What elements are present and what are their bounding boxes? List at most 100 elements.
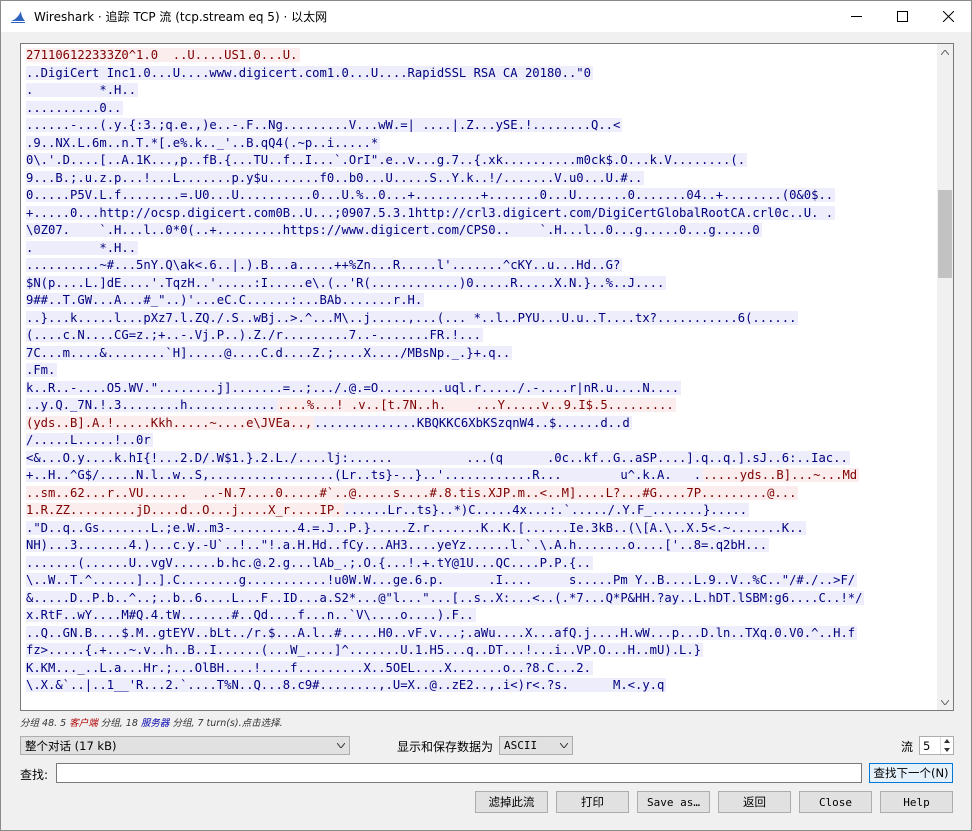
- stream-line[interactable]: ......-...(.y.{:3.;q.e.,)e..-.F..Ng.....…: [26, 117, 938, 135]
- server-segment: 0\.'.D....[..A.1K...,p..fB.{...TU..f..I.…: [26, 153, 748, 167]
- stream-line[interactable]: <&...O.y....k.hI{!...2.D/.W$1.}.2.L./...…: [26, 450, 938, 468]
- help-button[interactable]: Help: [880, 791, 953, 813]
- find-next-button[interactable]: 查找下一个(N): [869, 763, 953, 783]
- stream-text[interactable]: 271106122333Z0^1.0 ..U....US1.0...U. ..Di…: [21, 44, 938, 710]
- stream-number-value: 5: [923, 738, 931, 753]
- stream-line[interactable]: .......(......U..vgV......b.hc.@.2.g...l…: [26, 555, 938, 573]
- format-select[interactable]: ASCII: [499, 736, 573, 755]
- server-segment: fz>.....{.+...~.v..h..B..I......(...W_..…: [26, 643, 704, 657]
- stream-line[interactable]: ..Q..GN.B....$.M..gtEYV..bLt../r.$...A.l…: [26, 625, 938, 643]
- stream-line[interactable]: .9..NX.L.6m..n.T.*[.e%.k.._'..B.qQ4(.~p.…: [26, 135, 938, 153]
- stream-line[interactable]: 271106122333Z0^1.0 ..U....US1.0...U.: [26, 47, 938, 65]
- vertical-scrollbar[interactable]: [937, 44, 953, 710]
- stream-line[interactable]: k..R..-....O5.WV."........j].......=..;.…: [26, 380, 938, 398]
- client-segment: (yds..B].A.!.....Kkh.....~....e\JVEa..,: [26, 415, 315, 430]
- stream-line[interactable]: ..sm..62...r..VU...... ..-N.7....0.....#…: [26, 485, 938, 503]
- back-button[interactable]: 返回: [718, 791, 791, 813]
- server-segment: . *.H..: [26, 240, 139, 255]
- chevron-down-icon: [941, 699, 949, 705]
- stream-line[interactable]: \0Z07. `.H...l..0*0(..+.........https://…: [26, 222, 938, 240]
- stream-line[interactable]: 9...B.;.u.z.p...!...L.......p.y$u.......…: [26, 170, 938, 188]
- stream-line[interactable]: 9##..T.GW...A...#_"..)'...eC.C......:...…: [26, 292, 938, 310]
- stream-line[interactable]: 0.....P5V.L.f........=.U0...U..........0…: [26, 187, 938, 205]
- minimize-icon: [850, 16, 862, 17]
- maximize-button[interactable]: [879, 1, 925, 32]
- server-segment: k..R..-....O5.WV."........j].......=..;.…: [26, 380, 682, 395]
- stream-line[interactable]: ..........0..: [26, 100, 938, 118]
- stream-line[interactable]: &.....D..P.b..^..;..b..6....L...F..ID...…: [26, 590, 938, 608]
- spinner-up-arrow[interactable]: [941, 737, 953, 746]
- server-segment: /.....L.....!..0r: [26, 433, 153, 447]
- stream-line[interactable]: ."D..q..Gs.......L.;e.W..m3-.........4.=…: [26, 520, 938, 538]
- stream-line[interactable]: 0\.'.D....[..A.1K...,p..fB.{...TU..f..I.…: [26, 152, 938, 170]
- stream-line[interactable]: 7C...m....&........`H].....@....C.d....Z…: [26, 345, 938, 363]
- client-segment: 1.R.ZZ.........jD....d..O...j....X_r....…: [26, 503, 344, 517]
- title-bar: Wireshark · 追踪 TCP 流 (tcp.stream eq 5) ·…: [1, 1, 971, 32]
- stream-content-area[interactable]: 271106122333Z0^1.0 ..U....US1.0...U. ..Di…: [20, 43, 954, 711]
- server-segment: ......-...(.y.{:3.;q.e.,)e..-.F..Ng.....…: [26, 118, 623, 132]
- conversation-select[interactable]: 整个对话 (17 kB): [20, 736, 350, 755]
- chevron-up-icon: [941, 49, 949, 55]
- server-segment: \0Z07. `.H...l..0*0(..+.........https://…: [26, 223, 762, 237]
- scroll-up-arrow[interactable]: [937, 44, 953, 60]
- find-label: 查找:: [20, 768, 49, 782]
- stream-line[interactable]: . *.H..: [26, 82, 938, 100]
- server-segment: K.KM..._..L.a...Hr.;...OlBH....!....f...…: [26, 660, 593, 675]
- stream-line[interactable]: ..........~#...5nY.Q\ak<.6..|.).B...a...…: [26, 257, 938, 275]
- server-segment: ..y.Q._7N.!.3........h............: [26, 398, 278, 412]
- stream-line[interactable]: $N(p....L.]dE....'.TqzH..'.....:I.....e\…: [26, 275, 938, 293]
- server-segment: +.....0...http://ocsp.digicert.com0B..U.…: [26, 205, 836, 220]
- chevron-down-icon: [560, 743, 568, 748]
- status-suffix: 分组, 7 turn(s).点击选择.: [169, 718, 283, 729]
- filter-out-stream-button[interactable]: 滤掉此流: [475, 791, 548, 813]
- client-segment: 271106122333Z0^1.0 ..U....US1.0...U.: [26, 48, 300, 62]
- server-segment: $N(p....L.]dE....'.TqzH..'.....:I.....e\…: [26, 275, 667, 290]
- stream-line[interactable]: ..}...k.....l...pXz7.l.ZQ./.S..wBj..>.^.…: [26, 310, 938, 328]
- format-select-value: ASCII: [504, 739, 538, 752]
- close-button[interactable]: Close: [799, 791, 872, 813]
- close-icon: [942, 11, 954, 22]
- stream-line[interactable]: /.....L.....!..0r: [26, 432, 938, 450]
- stream-line[interactable]: \.X.&`..|..1__'R...2.`....T%N..Q...8.c9#…: [26, 677, 938, 695]
- spinner-down-arrow[interactable]: [941, 746, 953, 755]
- server-segment: .Fm.: [26, 363, 58, 377]
- find-input[interactable]: [56, 763, 862, 783]
- chevron-down-icon: [944, 747, 950, 752]
- minimize-button[interactable]: [833, 1, 879, 32]
- stream-line[interactable]: K.KM..._..L.a...Hr.;...OlBH....!....f...…: [26, 660, 938, 678]
- server-segment: 0.....P5V.L.f........=.U0...U..........0…: [26, 188, 836, 202]
- status-mid: 分组, 18: [97, 718, 141, 729]
- show-save-label: 显示和保存数据为: [397, 740, 494, 754]
- conversation-select-value: 整个对话 (17 kB): [25, 738, 117, 753]
- server-segment: \..W..T.^......]..].C........g..........…: [26, 573, 858, 587]
- stream-line[interactable]: fz>.....{.+...~.v..h..B..I......(...W_..…: [26, 642, 938, 660]
- stream-line[interactable]: 1.R.ZZ.........jD....d..O...j....X_r....…: [26, 502, 938, 520]
- stream-number-spinner[interactable]: 5: [919, 736, 954, 755]
- server-segment: ..............KBQKKC6XbKSzqnW4..$......d…: [314, 415, 632, 430]
- stream-line[interactable]: ..DigiCert Inc1.0...U....www.digicert.co…: [26, 65, 938, 83]
- stream-line[interactable]: \..W..T.^......]..].C........g..........…: [26, 572, 938, 590]
- server-segment: ..........0..: [26, 100, 124, 115]
- stream-line[interactable]: . *.H..: [26, 240, 938, 258]
- scroll-thumb[interactable]: [938, 190, 952, 278]
- window-controls: [833, 1, 971, 32]
- stream-line[interactable]: NH)...3.......4.)...c.y.-U`..!.."!.a.H.H…: [26, 537, 938, 555]
- status-prefix: 分组 48. 5: [20, 718, 70, 729]
- save-as-button[interactable]: Save as…: [637, 791, 710, 813]
- stream-line[interactable]: (....c.N....CG=z.;+..-.Vj.P..).Z./r.....…: [26, 327, 938, 345]
- print-button[interactable]: 打印: [556, 791, 629, 813]
- server-segment: ..DigiCert Inc1.0...U....www.digicert.co…: [26, 65, 593, 80]
- server-segment: 9##..T.GW...A...#_"..)'...eC.C......:...…: [26, 293, 425, 307]
- stream-line[interactable]: +..H..^G$/.....N.l..w..S,...............…: [26, 467, 938, 485]
- status-client-word: 客户端: [69, 718, 98, 729]
- stream-line[interactable]: (yds..B].A.!.....Kkh.....~....e\JVEa..,.…: [26, 415, 938, 433]
- scroll-down-arrow[interactable]: [937, 694, 953, 710]
- stream-line[interactable]: ..y.Q._7N.!.3........h................%.…: [26, 397, 938, 415]
- server-segment: 9...B.;.u.z.p...!...L.......p.y$u.......…: [26, 170, 645, 185]
- close-window-button[interactable]: [925, 1, 971, 32]
- stream-line[interactable]: .Fm.: [26, 362, 938, 380]
- client-segment: .....yds..B]...~...Md: [703, 468, 860, 482]
- server-segment: \.X.&`..|..1__'R...2.`....T%N..Q...8.c9#…: [26, 678, 667, 692]
- stream-line[interactable]: x.RtF..wY....M#Q.4.tW.......#..Qd....f..…: [26, 607, 938, 625]
- stream-line[interactable]: +.....0...http://ocsp.digicert.com0B..U.…: [26, 205, 938, 223]
